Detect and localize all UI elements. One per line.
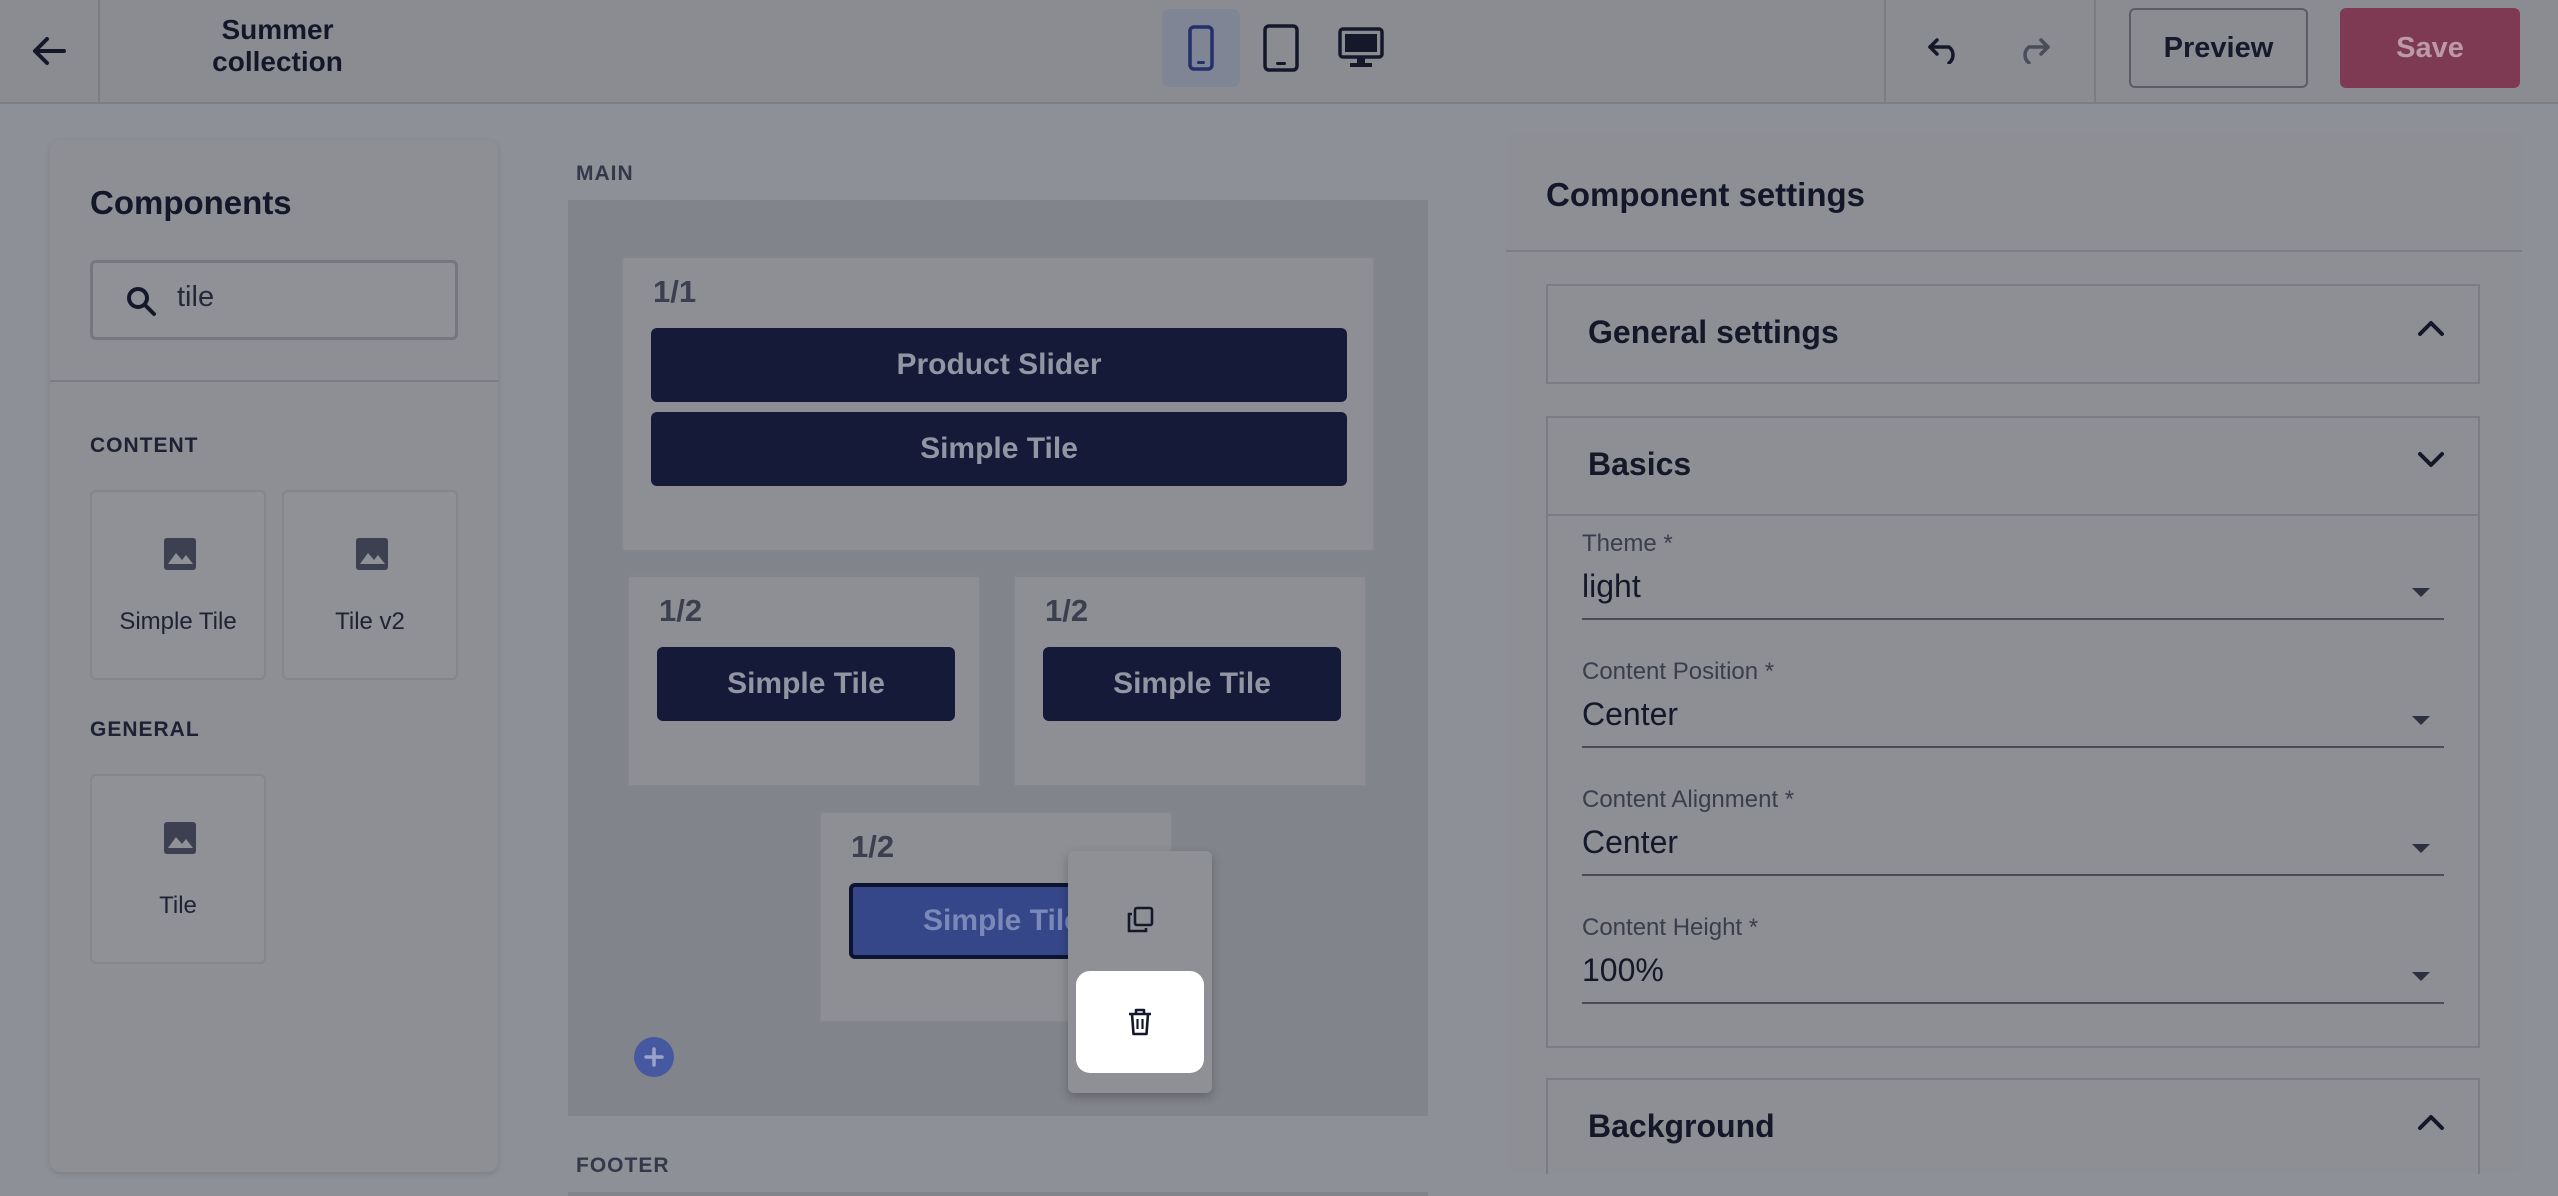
layout-block[interactable]: 1/1 Product Slider Simple Tile [621, 256, 1375, 552]
component-card-simple-tile[interactable]: Simple Tile [90, 490, 266, 680]
accordion-title: Basics [1588, 446, 1692, 482]
block-ratio: 1/1 [653, 274, 697, 309]
preview-button[interactable]: Preview [2129, 8, 2308, 88]
component-card-label: Tile v2 [335, 608, 405, 635]
dropdown-arrow-icon [2412, 716, 2430, 725]
select-value: Center [1582, 824, 1679, 860]
content-height-select[interactable]: 100% [1582, 946, 2444, 1004]
page-title-line2: collection [212, 46, 343, 77]
theme-label: Theme * [1582, 530, 1673, 557]
top-bar: Summer collection Preview Save [0, 0, 2558, 104]
panel-divider [50, 380, 498, 382]
image-icon [164, 822, 196, 854]
content-position-select[interactable]: Center [1582, 690, 2444, 748]
redo-icon [2023, 38, 2050, 64]
back-button[interactable] [0, 0, 100, 102]
add-block-button[interactable] [634, 1037, 674, 1077]
image-icon [164, 538, 196, 570]
main-section-label: MAIN [576, 162, 634, 185]
general-settings-accordion[interactable]: General settings [1546, 284, 2480, 384]
chevron-up-icon [2418, 321, 2444, 336]
accordion-title: General settings [1588, 314, 1839, 350]
basics-accordion[interactable]: Basics [1546, 416, 2480, 516]
page-title-line1: Summer [221, 14, 334, 45]
footer-canvas [568, 1192, 1428, 1196]
layout-block[interactable]: 1/2 Simple Tile [1013, 575, 1367, 787]
component-card-tile-v2[interactable]: Tile v2 [282, 490, 458, 680]
desktop-icon [1338, 27, 1384, 67]
select-value: 100% [1582, 952, 1664, 988]
arrow-left-icon [33, 37, 66, 65]
mobile-view-button[interactable] [1162, 9, 1240, 87]
dropdown-arrow-icon [2412, 972, 2430, 981]
toolbar-divider [2094, 0, 2096, 102]
delete-button[interactable] [1076, 971, 1204, 1073]
tablet-view-button[interactable] [1242, 9, 1320, 87]
basics-body: Theme * light Content Position * Center … [1546, 516, 2480, 1048]
copy-icon [1127, 906, 1154, 933]
footer-section-label: FOOTER [576, 1154, 670, 1177]
toolbar-divider [1884, 0, 1886, 102]
component-simple-tile[interactable]: Simple Tile [1043, 647, 1341, 721]
component-settings-panel: Component settings General settings Basi… [1506, 132, 2522, 1174]
chevron-down-icon [2418, 452, 2444, 467]
dropdown-arrow-icon [2412, 588, 2430, 597]
block-ratio: 1/2 [851, 829, 895, 864]
chevron-up-icon [2418, 1115, 2444, 1130]
undo-button[interactable] [1915, 22, 1975, 78]
content-position-label: Content Position * [1582, 658, 1775, 685]
search-value: tile [177, 281, 215, 313]
component-card-tile[interactable]: Tile [90, 774, 266, 964]
components-panel: Components tile CONTENT Simple Tile Tile… [50, 140, 498, 1172]
desktop-view-button[interactable] [1322, 9, 1400, 87]
select-value: light [1582, 568, 1641, 604]
select-value: Center [1582, 696, 1679, 732]
layout-block[interactable]: 1/2 Simple Tile [627, 575, 981, 787]
component-simple-tile[interactable]: Simple Tile [651, 412, 1347, 486]
image-icon [356, 538, 388, 570]
undo-icon [1928, 38, 1955, 64]
accordion-title: Background [1588, 1108, 1775, 1144]
content-alignment-label: Content Alignment * [1582, 786, 1795, 813]
general-section-label: GENERAL [90, 718, 200, 741]
component-simple-tile[interactable]: Simple Tile [657, 647, 955, 721]
tablet-icon [1263, 24, 1299, 72]
dropdown-arrow-icon [2412, 844, 2430, 853]
components-title: Components [90, 184, 292, 221]
content-section-label: CONTENT [90, 434, 199, 457]
redo-button[interactable] [2003, 22, 2063, 78]
block-ratio: 1/2 [659, 593, 703, 628]
mobile-icon [1188, 25, 1214, 71]
component-product-slider[interactable]: Product Slider [651, 328, 1347, 402]
block-ratio: 1/2 [1045, 593, 1089, 628]
panel-divider [1506, 250, 2522, 252]
trash-icon [1129, 1008, 1151, 1036]
component-search-input[interactable]: tile [90, 260, 458, 340]
component-card-label: Simple Tile [119, 608, 237, 635]
plus-icon [644, 1047, 664, 1067]
background-accordion[interactable]: Background [1546, 1078, 2480, 1174]
content-alignment-select[interactable]: Center [1582, 818, 2444, 876]
page-title: Summer collection [150, 14, 405, 78]
settings-title: Component settings [1546, 176, 1865, 213]
content-height-label: Content Height * [1582, 914, 1759, 941]
save-button[interactable]: Save [2340, 8, 2520, 88]
component-actions-popup [1068, 851, 1212, 1093]
search-icon [127, 287, 156, 316]
duplicate-button[interactable] [1068, 881, 1212, 959]
theme-select[interactable]: light [1582, 562, 2444, 620]
component-card-label: Tile [159, 892, 197, 919]
